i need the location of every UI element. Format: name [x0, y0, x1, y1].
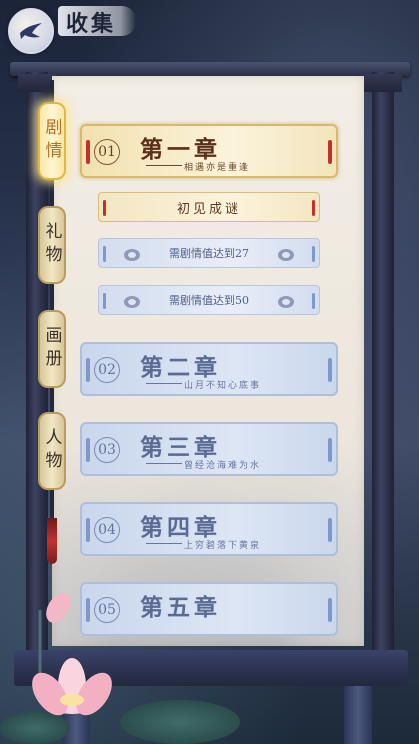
- subtitle-dash: [146, 165, 182, 166]
- chapter-subtitle: 上穷碧落下黄泉: [184, 541, 262, 551]
- top-bar: 收集: [0, 0, 419, 54]
- card-cap-right: [328, 140, 332, 164]
- chapter-number: 01: [94, 139, 120, 165]
- back-button[interactable]: [8, 8, 54, 54]
- tab-cord: [50, 80, 54, 102]
- chapter-title: 第一章: [140, 136, 221, 163]
- card-cap-right: [312, 246, 315, 262]
- chapter-subtitle: 曾经沧海难为水: [184, 461, 262, 471]
- sub-item-2[interactable]: 需剧情值达到27: [98, 238, 320, 268]
- chapter-card-2[interactable]: 02 第二章 山月不知心底事: [80, 342, 338, 396]
- chapter-number: 04: [94, 517, 120, 543]
- sub-item-3[interactable]: 需剧情值达到50: [98, 285, 320, 315]
- chapter-title: 第三章: [140, 434, 221, 461]
- frame-top-rail: [10, 62, 410, 76]
- red-tassel: [47, 518, 57, 564]
- tab-story[interactable]: 剧情: [38, 102, 66, 180]
- sub-item-1[interactable]: 初见成谜: [98, 192, 320, 222]
- card-cap-left: [103, 246, 106, 262]
- tab-cord: [50, 388, 54, 412]
- card-cap-left: [86, 518, 90, 542]
- subtitle-dash: [146, 543, 182, 544]
- card-cap-left: [103, 293, 106, 309]
- card-cap-right: [328, 518, 332, 542]
- chapter-title: 第四章: [140, 514, 221, 541]
- card-cap-right: [328, 438, 332, 462]
- card-cap-right: [312, 200, 315, 216]
- chapter-title: 第二章: [140, 354, 221, 381]
- tab-characters[interactable]: 人物: [38, 412, 66, 490]
- sub-item-label: 需剧情值达到50: [169, 294, 249, 307]
- card-cap-right: [328, 358, 332, 382]
- card-cap-left: [86, 438, 90, 462]
- subtitle-dash: [146, 383, 182, 384]
- card-cap-left: [86, 358, 90, 382]
- lotus-decoration: [32, 593, 112, 716]
- chapter-card-4[interactable]: 04 第四章 上穷碧落下黄泉: [80, 502, 338, 556]
- chapter-number: 03: [94, 437, 120, 463]
- card-cap-right: [312, 293, 315, 309]
- tab-cord: [50, 284, 54, 310]
- sub-item-label: 需剧情值达到27: [169, 247, 249, 260]
- card-cap-left: [86, 140, 90, 164]
- chapter-card-1[interactable]: 01 第一章 相遇亦是重逢: [80, 124, 338, 178]
- tab-album[interactable]: 画册: [38, 310, 66, 388]
- page-title: 收集: [66, 11, 117, 37]
- chapter-subtitle: 相遇亦是重逢: [184, 163, 251, 173]
- chapter-card-3[interactable]: 03 第三章 曾经沧海难为水: [80, 422, 338, 476]
- card-cap-left: [103, 200, 106, 216]
- tab-cord: [50, 490, 54, 520]
- frame-right-pillar: [372, 72, 394, 682]
- frame-right-cap: [364, 74, 402, 92]
- chapter-scroll-panel[interactable]: 01 第一章 相遇亦是重逢 初见成谜 需剧情值达到27 需剧情值达到50 02 …: [52, 76, 364, 646]
- chapter-subtitle: 山月不知心底事: [184, 381, 262, 391]
- subtitle-dash: [146, 463, 182, 464]
- lock-icon: [124, 249, 140, 261]
- sub-item-label: 初见成谜: [176, 201, 241, 217]
- tab-cord: [50, 180, 54, 206]
- tab-gifts[interactable]: 礼物: [38, 206, 66, 284]
- lock-icon: [278, 296, 294, 308]
- swallow-icon: [20, 23, 42, 39]
- card-cap-right: [328, 598, 332, 622]
- frame-bottom-post-right: [344, 686, 372, 744]
- lock-icon: [278, 249, 294, 261]
- chapter-number: 02: [94, 357, 120, 383]
- lock-icon: [124, 296, 140, 308]
